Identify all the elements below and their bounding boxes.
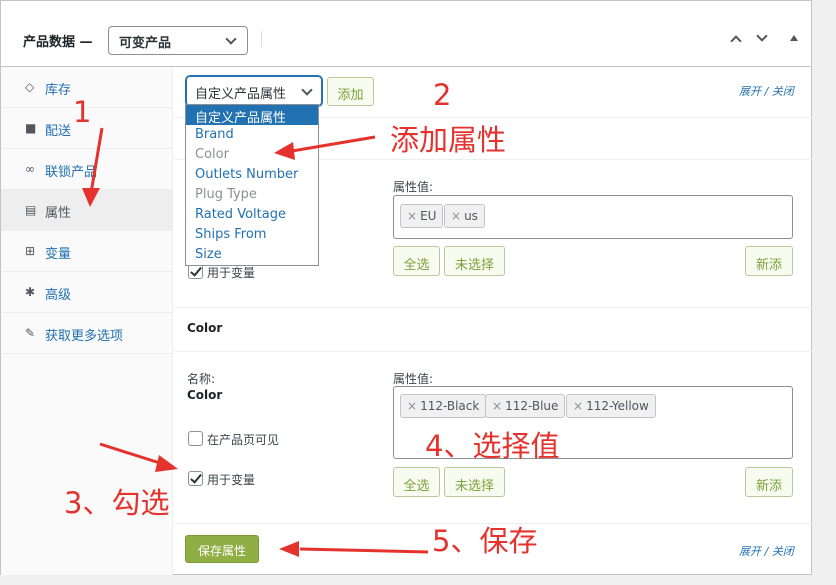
arrow-head	[155, 455, 178, 472]
annotation-step-1: 1	[73, 95, 92, 129]
annotation-step-5: 5、保存	[432, 524, 538, 558]
arrow-to-brand-option	[291, 135, 376, 153]
annotation-step-4: 4、选择值	[425, 429, 560, 463]
arrow-to-save-button	[299, 547, 429, 554]
annotation-step-2-text: 添加属性	[390, 123, 507, 157]
arrow-head	[82, 188, 100, 207]
arrow-head	[274, 142, 295, 160]
annotation-step-2: 2	[433, 78, 452, 112]
arrow-to-attributes-tab	[89, 127, 104, 194]
annotation-step-3: 3、勾选	[64, 486, 170, 520]
arrow-head	[279, 541, 299, 557]
arrow-to-checkbox	[99, 442, 164, 466]
